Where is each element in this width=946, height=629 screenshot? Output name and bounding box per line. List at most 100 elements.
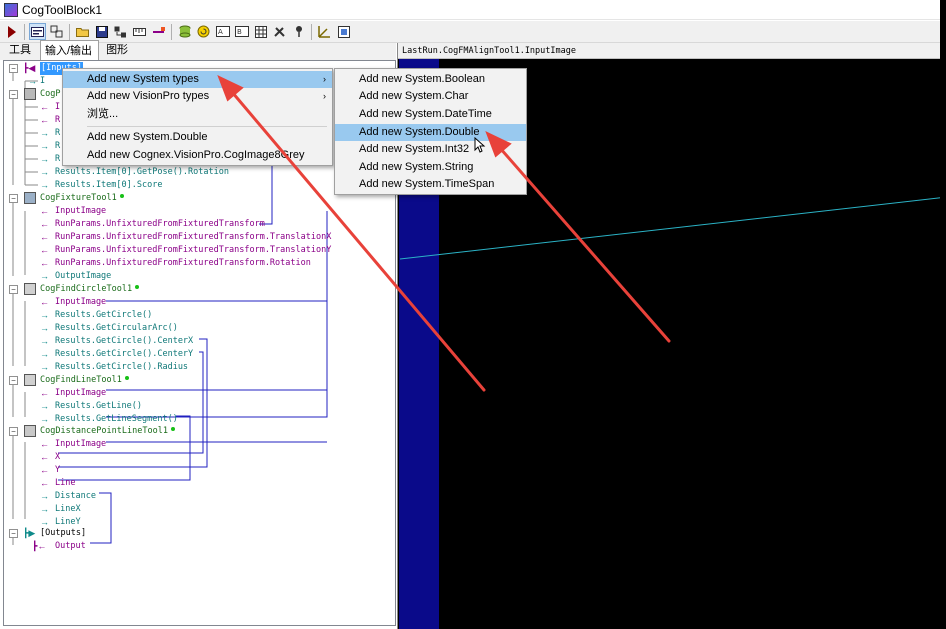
pma-pin[interactable]: R bbox=[55, 114, 60, 127]
database-icon[interactable] bbox=[176, 23, 193, 40]
add-terminal-icon[interactable] bbox=[150, 23, 167, 40]
menu-item-visionpro-types[interactable]: Add new VisionPro types › bbox=[63, 88, 332, 105]
menu-item-add-cogimage[interactable]: Add new Cognex.VisionPro.CogImage8Grey bbox=[63, 147, 332, 164]
submenu-item-string[interactable]: Add new System.String bbox=[335, 159, 526, 176]
system-types-submenu: Add new System.Boolean Add new System.Ch… bbox=[334, 68, 527, 195]
menu-item-browse[interactable]: 浏览... bbox=[63, 106, 332, 123]
tab-graphics[interactable]: 图形 bbox=[101, 39, 135, 60]
run-icon[interactable] bbox=[3, 23, 20, 40]
input-arrow-icon: ← bbox=[40, 206, 49, 216]
ruler-icon[interactable] bbox=[131, 23, 148, 40]
image-a-icon[interactable]: A bbox=[214, 23, 231, 40]
submenu-item-timespan[interactable]: Add new System.TimeSpan bbox=[335, 176, 526, 193]
fixture-pin[interactable]: RunParams.UnfixturedFromFixturedTransfor… bbox=[55, 231, 331, 244]
input-arrow-icon: ← bbox=[40, 452, 49, 462]
link-icon[interactable] bbox=[48, 23, 65, 40]
collapse-toggle[interactable]: − bbox=[9, 64, 18, 73]
outputs-terminal-icon: ┣▶ bbox=[23, 528, 36, 538]
submenu-item-datetime[interactable]: Add new System.DateTime bbox=[335, 106, 526, 123]
grid-icon[interactable] bbox=[252, 23, 269, 40]
pma-rotation-pin[interactable]: Results.Item[0].GetPose().Rotation bbox=[55, 166, 229, 179]
distance-pin[interactable]: Y bbox=[55, 464, 60, 477]
line-pin[interactable]: Results.GetLine() bbox=[55, 400, 142, 413]
output-arrow-icon: → bbox=[40, 154, 49, 164]
save-icon[interactable] bbox=[93, 23, 110, 40]
input-child[interactable]: I bbox=[40, 75, 45, 88]
menu-separator bbox=[87, 126, 327, 127]
tab-tools[interactable]: 工具 bbox=[4, 39, 38, 60]
circle-pin[interactable]: Results.GetCircle().CenterX bbox=[55, 335, 193, 348]
collapse-toggle[interactable]: − bbox=[9, 90, 18, 99]
distance-tool-node[interactable]: CogDistancePointLineTool1 bbox=[40, 425, 175, 438]
tab-strip: 工具 输入/输出 图形 bbox=[0, 40, 396, 60]
fixture-pin[interactable]: InputImage bbox=[55, 205, 106, 218]
menu-item-system-types[interactable]: Add new System types › bbox=[63, 71, 332, 88]
collapse-toggle[interactable]: − bbox=[9, 427, 18, 436]
submenu-item-double[interactable]: Add new System.Double bbox=[335, 124, 526, 141]
find-circle-tool-node[interactable]: CogFindCircleTool1 bbox=[40, 283, 140, 296]
distance-pin[interactable]: InputImage bbox=[55, 438, 106, 451]
collapse-toggle[interactable]: − bbox=[9, 376, 18, 385]
pin-icon[interactable] bbox=[290, 23, 307, 40]
fixture-pin[interactable]: RunParams.UnfixturedFromFixturedTransfor… bbox=[55, 218, 265, 231]
outputs-node[interactable]: [Outputs] bbox=[40, 527, 86, 540]
submenu-item-int32[interactable]: Add new System.Int32 bbox=[335, 141, 526, 158]
distance-tool-label: CogDistancePointLineTool1 bbox=[40, 426, 168, 436]
circle-pin[interactable]: InputImage bbox=[55, 296, 106, 309]
line-pin[interactable]: InputImage bbox=[55, 387, 106, 400]
output-child[interactable]: Output bbox=[55, 540, 86, 553]
distance-pin[interactable]: Distance bbox=[55, 490, 96, 503]
pma-pin[interactable]: R bbox=[55, 153, 60, 166]
tree-view-icon[interactable] bbox=[29, 23, 46, 40]
angle-icon[interactable] bbox=[316, 23, 333, 40]
distance-pin[interactable]: Line bbox=[55, 477, 75, 490]
find-line-tool-node[interactable]: CogFindLineTool1 bbox=[40, 374, 129, 387]
toolbar-separator bbox=[311, 23, 312, 40]
app-icon bbox=[4, 2, 18, 17]
output-arrow-icon: → bbox=[28, 76, 37, 86]
tools-icon[interactable] bbox=[271, 23, 288, 40]
pma-pin[interactable]: I bbox=[55, 101, 60, 114]
properties-icon[interactable] bbox=[112, 23, 129, 40]
settings-icon[interactable] bbox=[335, 23, 352, 40]
input-arrow-icon: ← bbox=[40, 245, 49, 255]
collapse-toggle[interactable]: − bbox=[9, 194, 18, 203]
distance-pin[interactable]: LineX bbox=[55, 503, 81, 516]
distance-tool-icon bbox=[24, 425, 36, 437]
output-arrow-icon: → bbox=[40, 180, 49, 190]
collapse-toggle[interactable]: − bbox=[9, 285, 18, 294]
pma-pin[interactable]: R bbox=[55, 140, 60, 153]
distance-pin[interactable]: X bbox=[55, 451, 60, 464]
circle-pin[interactable]: Results.GetCircle().Radius bbox=[55, 361, 188, 374]
circle-pin[interactable]: Results.GetCircularArc() bbox=[55, 322, 178, 335]
refresh-icon[interactable] bbox=[195, 23, 212, 40]
fixture-pin[interactable]: RunParams.UnfixturedFromFixturedTransfor… bbox=[55, 257, 311, 270]
input-arrow-icon: ┣← bbox=[32, 541, 47, 551]
menu-item-add-double[interactable]: Add new System.Double bbox=[63, 129, 332, 146]
toolbar-separator bbox=[171, 23, 172, 40]
find-circle-tool-icon bbox=[24, 283, 36, 295]
circle-pin[interactable]: Results.GetCircle() bbox=[55, 309, 152, 322]
fixture-tool-node[interactable]: CogFixtureTool1 bbox=[40, 192, 124, 205]
output-arrow-icon: → bbox=[40, 141, 49, 151]
submenu-item-boolean[interactable]: Add new System.Boolean bbox=[335, 71, 526, 88]
tab-inputs-outputs[interactable]: 输入/输出 bbox=[40, 40, 100, 60]
menu-item-label: Add new System types bbox=[87, 73, 199, 85]
output-arrow-icon: → bbox=[40, 349, 49, 359]
output-arrow-icon: → bbox=[40, 323, 49, 333]
fixture-pin[interactable]: RunParams.UnfixturedFromFixturedTransfor… bbox=[55, 244, 331, 257]
collapse-toggle[interactable]: − bbox=[9, 529, 18, 538]
status-dot-icon bbox=[170, 427, 175, 431]
pma-score-pin[interactable]: Results.Item[0].Score bbox=[55, 179, 162, 192]
output-arrow-icon: → bbox=[40, 362, 49, 372]
submenu-item-char[interactable]: Add new System.Char bbox=[335, 88, 526, 105]
pma-tool-node[interactable]: CogP bbox=[40, 88, 60, 101]
input-arrow-icon: ← bbox=[40, 219, 49, 229]
open-icon[interactable] bbox=[74, 23, 91, 40]
fixture-pin[interactable]: OutputImage bbox=[55, 270, 111, 283]
find-line-tool-icon bbox=[24, 374, 36, 386]
pma-pin[interactable]: R bbox=[55, 127, 60, 140]
image-b-icon[interactable]: B bbox=[233, 23, 250, 40]
circle-pin[interactable]: Results.GetCircle().CenterY bbox=[55, 348, 193, 361]
output-arrow-icon: → bbox=[40, 271, 49, 281]
